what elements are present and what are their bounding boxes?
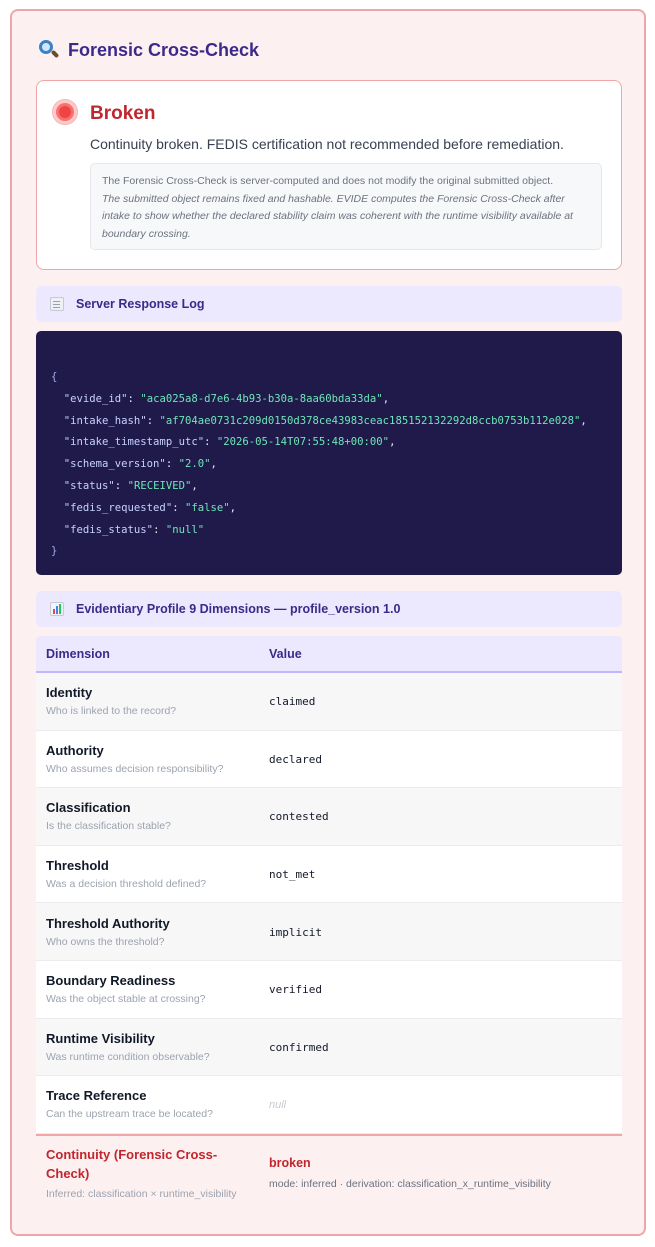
dimension-value: claimed: [269, 695, 316, 709]
dimension-name: Classification: [46, 800, 131, 816]
dimension-value: confirmed: [269, 1040, 329, 1054]
table-row: Threshold Was a decision threshold define…: [36, 845, 622, 904]
dimension-value: contested: [269, 810, 329, 824]
verdict-label: Broken: [90, 103, 156, 124]
dimension-name: Identity: [46, 685, 93, 701]
verdict-note: The Forensic Cross-Check is server-compu…: [90, 163, 602, 250]
bar-chart-icon: [50, 602, 64, 616]
table-header: Dimension Value: [36, 636, 622, 673]
json-close-brace: }: [51, 545, 58, 558]
table-row: Authority Who assumes decision responsibi…: [36, 730, 622, 789]
dimension-name: Threshold: [46, 858, 109, 874]
table-row: Boundary Readiness Was the object stable …: [36, 960, 622, 1019]
table-row: Runtime Visibility Was runtime condition …: [36, 1018, 622, 1077]
dimension-question: Who is linked to the record?: [46, 705, 177, 718]
column-header-value: Value: [269, 646, 302, 661]
dimension-name: Threshold Authority: [46, 915, 170, 931]
verdict-summary: Continuity broken. FEDIS certification n…: [90, 136, 564, 152]
panel-title: Forensic Cross-Check: [68, 39, 260, 60]
server-response-log-header: Server Response Log: [36, 286, 622, 322]
dimension-question: Can the upstream trace be located?: [46, 1108, 213, 1121]
dimension-value: declared: [269, 752, 322, 766]
document-icon: [50, 297, 64, 311]
json-line: "intake_timestamp_utc": "2026-05-14T07:5…: [63, 436, 396, 449]
table-row: Classification Is the classification stab…: [36, 788, 622, 846]
verdict-card: Broken Continuity broken. FEDIS certific…: [36, 80, 622, 270]
json-line: "evide_id": "aca025a8-d7e6-4b93-b30a-8aa…: [63, 392, 390, 405]
json-open-brace: {: [51, 371, 58, 383]
dimension-name: Runtime Visibility: [46, 1030, 155, 1046]
json-line: "status": "RECEIVED",: [63, 479, 198, 492]
json-line: "schema_version": "2.0",: [63, 458, 217, 471]
server-response-log: { "evide_id": "aca025a8-d7e6-4b93-b30a-8…: [36, 331, 622, 575]
json-line: "fedis_status": "null": [63, 523, 205, 536]
note-line-1: The Forensic Cross-Check is server-compu…: [102, 175, 554, 187]
panel-header: Forensic Cross-Check: [38, 39, 259, 61]
json-line: "intake_hash": "af704ae0731c209d0150d378…: [63, 414, 587, 427]
dimension-question: Who assumes decision responsibility?: [46, 762, 224, 775]
table-row: Threshold Authority Who owns the threshol…: [36, 903, 622, 961]
dimension-value: not_met: [269, 868, 316, 882]
section-title: Server Response Log: [76, 297, 205, 311]
dimensions-table: Dimension Value Identity Who is linked to…: [36, 636, 622, 1210]
magnifier-icon: [38, 39, 60, 61]
dimension-value: null: [269, 1099, 287, 1112]
evidentiary-profile-header: Evidentiary Profile 9 Dimensions — profi…: [36, 591, 622, 627]
dimension-value: verified: [269, 983, 322, 997]
dimension-name: Authority: [46, 742, 104, 758]
dimension-name: Trace Reference: [46, 1088, 147, 1104]
continuity-row: Continuity (Forensic Cross-Check) Inferre…: [36, 1133, 622, 1210]
dimension-question: Was a decision threshold defined?: [46, 878, 207, 891]
json-line: "fedis_requested": "false",: [63, 501, 237, 514]
dimension-name: Boundary Readiness: [46, 973, 176, 989]
continuity-derivation-note: Inferred: classification × runtime_visib…: [46, 1188, 237, 1201]
table-row: Identity Who is linked to the record? cla…: [36, 673, 622, 731]
column-header-dimension: Dimension: [46, 646, 110, 661]
dimension-question: Is the classification stable?: [46, 820, 171, 833]
dimension-question: Was the object stable at crossing?: [46, 993, 206, 1006]
status-dot-icon: [53, 100, 77, 124]
note-line-2: The submitted object remains fixed and h…: [102, 192, 573, 240]
forensic-cross-check-panel: Forensic Cross-Check Broken Continuity b…: [10, 9, 646, 1236]
dimension-value: implicit: [269, 925, 322, 939]
dimension-question: Who owns the threshold?: [46, 935, 165, 948]
section-title: Evidentiary Profile 9 Dimensions — profi…: [76, 602, 401, 616]
continuity-mode: mode: inferred · derivation: classificat…: [269, 1177, 551, 1190]
continuity-name: Continuity (Forensic Cross-Check): [46, 1147, 218, 1182]
continuity-value: broken: [269, 1155, 311, 1170]
table-row: Trace Reference Can the upstream trace be…: [36, 1076, 622, 1134]
dimension-question: Was runtime condition observable?: [46, 1050, 210, 1063]
